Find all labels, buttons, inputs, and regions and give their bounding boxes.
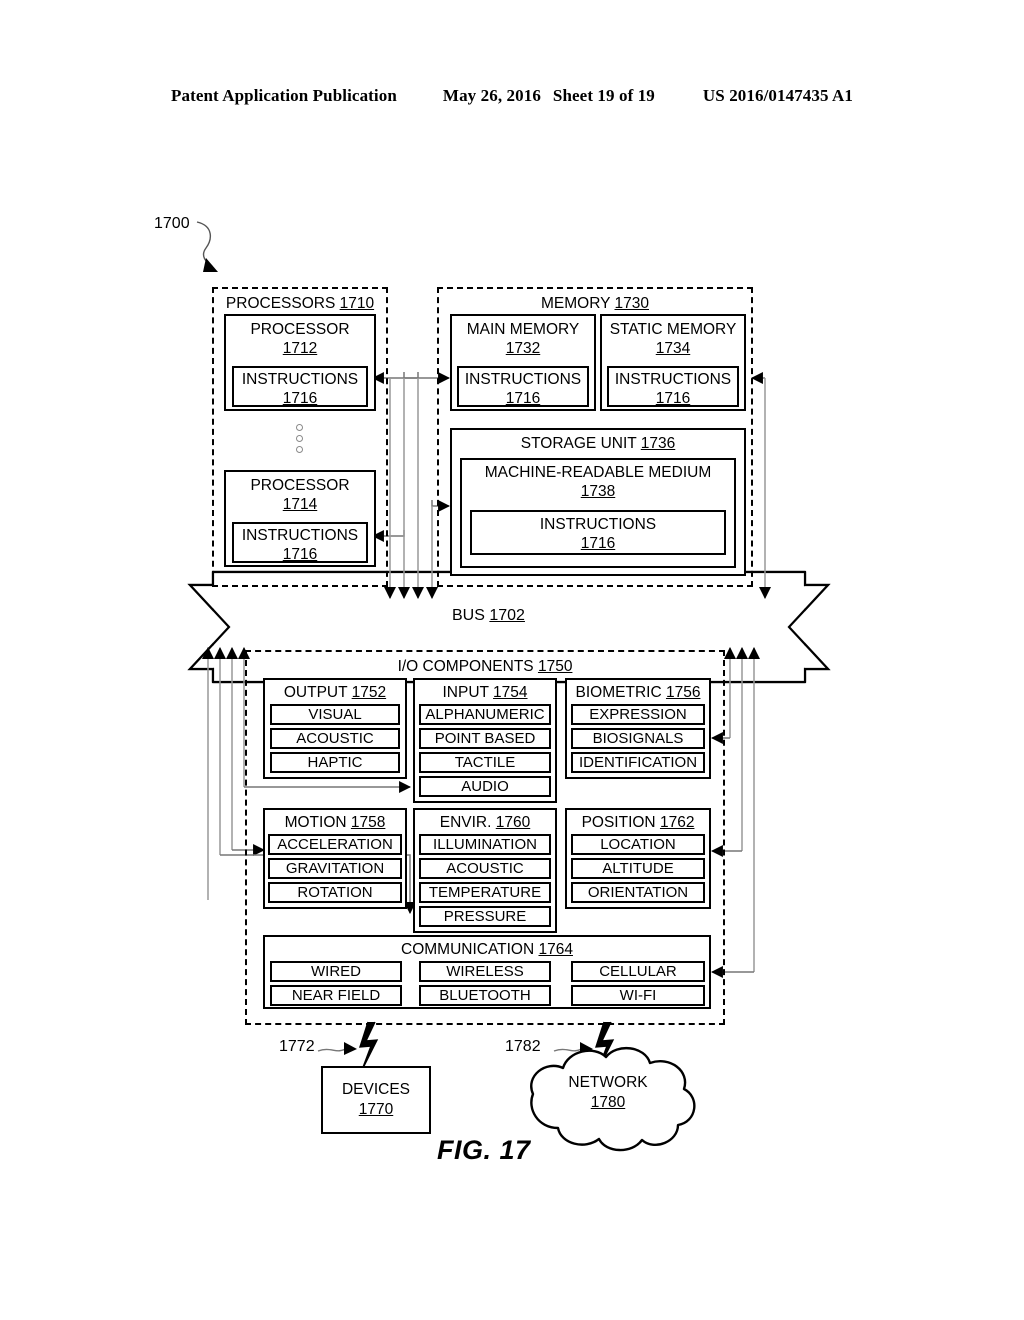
comm-item-wifi: WI-FI xyxy=(571,985,705,1006)
network-ref: 1780 xyxy=(590,1094,626,1111)
io-group-position-title: POSITION 1762 xyxy=(581,814,695,831)
static-memory-instructions-box: INSTRUCTIONS 1716 xyxy=(607,366,739,407)
io-item-acoustic-output: ACOUSTIC xyxy=(270,728,400,749)
bus-ref: 1702 xyxy=(489,607,525,624)
io-item-pressure: PRESSURE xyxy=(419,906,551,927)
io-item-altitude: ALTITUDE xyxy=(571,858,705,879)
machine-readable-medium-ref: 1738 xyxy=(580,483,616,500)
io-item-biosignals: BIOSIGNALS xyxy=(571,728,705,749)
io-item-identification: IDENTIFICATION xyxy=(571,752,705,773)
io-group-biometric-title: BIOMETRIC 1756 xyxy=(575,684,701,701)
processor-1714-ref: 1714 xyxy=(282,496,318,513)
io-item-gravitation: GRAVITATION xyxy=(268,858,402,879)
storage-instructions-box: INSTRUCTIONS 1716 xyxy=(470,510,726,555)
comm-item-near-field: NEAR FIELD xyxy=(270,985,402,1006)
io-item-temperature: TEMPERATURE xyxy=(419,882,551,903)
storage-instructions-title: INSTRUCTIONS xyxy=(539,516,657,533)
processor-1712-instructions-box: INSTRUCTIONS 1716 xyxy=(232,366,368,407)
devices-box: DEVICES 1770 xyxy=(321,1066,431,1134)
static-memory-instructions-ref: 1716 xyxy=(655,390,691,407)
network-title: NETWORK xyxy=(568,1074,648,1091)
figure-17-diagram: 1700 PROCESSORS 1710 PROCESSOR 1712 INST… xyxy=(0,0,1024,1320)
figure-caption: FIG. 17 xyxy=(437,1135,531,1165)
devices-ref: 1770 xyxy=(358,1101,394,1118)
io-group-input-title: INPUT 1754 xyxy=(442,684,528,701)
processor-1712-ref: 1712 xyxy=(282,340,318,357)
main-memory-ref: 1732 xyxy=(505,340,541,357)
io-item-orientation: ORIENTATION xyxy=(571,882,705,903)
comm-item-cellular: CELLULAR xyxy=(571,961,705,982)
static-memory-instructions-title: INSTRUCTIONS xyxy=(614,371,732,388)
devices-link-reference-1772: 1772 xyxy=(279,1038,315,1055)
devices-title: DEVICES xyxy=(341,1081,411,1098)
processor-1714-instructions-ref: 1716 xyxy=(282,546,318,563)
processor-1712-instructions-title: INSTRUCTIONS xyxy=(241,371,359,388)
io-item-expression: EXPRESSION xyxy=(571,704,705,725)
network-cloud-label: NETWORK 1780 xyxy=(523,1073,693,1113)
processor-ellipsis-icon xyxy=(296,424,303,453)
main-memory-instructions-ref: 1716 xyxy=(505,390,541,407)
main-memory-instructions-box: INSTRUCTIONS 1716 xyxy=(457,366,589,407)
comm-item-wireless: WIRELESS xyxy=(419,961,551,982)
processor-1714-title: PROCESSOR xyxy=(250,477,350,494)
static-memory-ref: 1734 xyxy=(655,340,691,357)
comm-item-bluetooth: BLUETOOTH xyxy=(419,985,551,1006)
storage-instructions-ref: 1716 xyxy=(580,535,616,552)
memory-group-title: MEMORY 1730 xyxy=(541,295,649,312)
processor-1712-title: PROCESSOR xyxy=(250,321,350,338)
io-group-motion-title: MOTION 1758 xyxy=(284,814,386,831)
io-item-point-based: POINT BASED xyxy=(419,728,551,749)
processor-1714-instructions-box: INSTRUCTIONS 1716 xyxy=(232,522,368,563)
io-item-acoustic-env: ACOUSTIC xyxy=(419,858,551,879)
system-reference-1700: 1700 xyxy=(154,215,190,232)
io-item-audio: AUDIO xyxy=(419,776,551,797)
storage-unit-ref: 1736 xyxy=(640,435,676,452)
main-memory-instructions-title: INSTRUCTIONS xyxy=(464,371,582,388)
bus-label: BUS 1702 xyxy=(452,607,525,624)
comm-item-wired: WIRED xyxy=(270,961,402,982)
io-item-alphanumeric: ALPHANUMERIC xyxy=(419,704,551,725)
io-group-output-title: OUTPUT 1752 xyxy=(283,684,387,701)
main-memory-title: MAIN MEMORY xyxy=(466,321,580,338)
io-item-rotation: ROTATION xyxy=(268,882,402,903)
static-memory-title: STATIC MEMORY xyxy=(609,321,737,338)
io-components-group-ref: 1750 xyxy=(537,658,573,675)
storage-unit-title-line: STORAGE UNIT 1736 xyxy=(520,435,676,452)
io-item-visual: VISUAL xyxy=(270,704,400,725)
io-item-acceleration: ACCELERATION xyxy=(268,834,402,855)
io-item-tactile: TACTILE xyxy=(419,752,551,773)
memory-group-ref: 1730 xyxy=(614,295,649,312)
io-group-communication-title: COMMUNICATION 1764 xyxy=(401,941,573,958)
processors-group-ref: 1710 xyxy=(339,295,375,312)
machine-readable-medium-title: MACHINE-READABLE MEDIUM xyxy=(484,464,712,481)
processor-1712-instructions-ref: 1716 xyxy=(282,390,318,407)
io-item-haptic: HAPTIC xyxy=(270,752,400,773)
network-link-reference-1782: 1782 xyxy=(505,1038,541,1055)
io-group-environment-title: ENVIR. 1760 xyxy=(439,814,531,831)
processors-group-title: PROCESSORS 1710 xyxy=(225,295,375,312)
io-item-illumination: ILLUMINATION xyxy=(419,834,551,855)
processor-1714-instructions-title: INSTRUCTIONS xyxy=(241,527,359,544)
io-components-group-title: I/O COMPONENTS 1750 xyxy=(397,658,573,675)
io-item-location: LOCATION xyxy=(571,834,705,855)
